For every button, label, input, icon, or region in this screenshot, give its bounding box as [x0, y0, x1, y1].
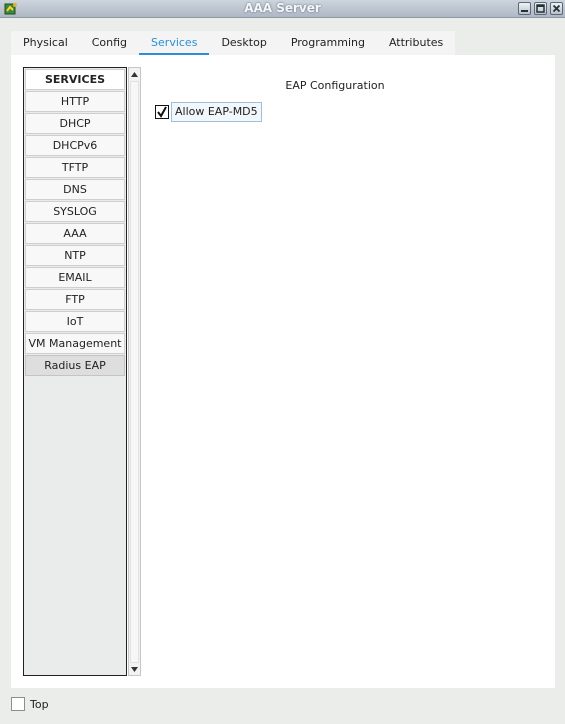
tab-bar: Physical Config Services Desktop Program… — [11, 31, 456, 56]
tab-physical[interactable]: Physical — [11, 31, 80, 55]
service-item-ftp[interactable]: FTP — [25, 289, 125, 310]
service-item-dns[interactable]: DNS — [25, 179, 125, 200]
service-item-tftp[interactable]: TFTP — [25, 157, 125, 178]
services-header: SERVICES — [25, 69, 125, 90]
service-item-radius-eap[interactable]: Radius EAP — [25, 355, 125, 376]
close-icon — [552, 4, 561, 13]
window-title: AAA Server — [244, 1, 321, 15]
top-label[interactable]: Top — [30, 698, 49, 711]
scroll-up-arrow-icon[interactable] — [129, 68, 140, 80]
service-item-http[interactable]: HTTP — [25, 91, 125, 112]
service-item-email[interactable]: EMAIL — [25, 267, 125, 288]
maximize-button[interactable] — [534, 2, 547, 15]
services-panel: SERVICES HTTP DHCP DHCPv6 TFTP DNS SYSLO… — [11, 55, 555, 688]
allow-eap-md5-checkbox[interactable] — [155, 105, 169, 119]
close-button[interactable] — [550, 2, 563, 15]
service-item-dhcp[interactable]: DHCP — [25, 113, 125, 134]
service-item-syslog[interactable]: SYSLOG — [25, 201, 125, 222]
scroll-thumb[interactable] — [130, 81, 139, 663]
minimize-button[interactable] — [518, 2, 531, 15]
tab-services[interactable]: Services — [139, 31, 210, 56]
service-list-scrollbar[interactable] — [128, 67, 141, 676]
allow-eap-md5-option[interactable]: Allow EAP-MD5 — [155, 102, 262, 122]
service-item-vm-management[interactable]: VM Management — [25, 333, 125, 354]
title-bar: AAA Server — [0, 0, 565, 18]
minimize-icon — [521, 10, 528, 12]
top-option[interactable]: Top — [11, 697, 49, 711]
tab-attributes[interactable]: Attributes — [377, 31, 455, 55]
top-checkbox[interactable] — [11, 697, 25, 711]
tab-desktop[interactable]: Desktop — [209, 31, 278, 55]
tab-config[interactable]: Config — [80, 31, 139, 55]
service-item-iot[interactable]: IoT — [25, 311, 125, 332]
service-item-aaa[interactable]: AAA — [25, 223, 125, 244]
service-item-dhcpv6[interactable]: DHCPv6 — [25, 135, 125, 156]
eap-configuration-title: EAP Configuration — [285, 79, 385, 92]
checkmark-icon — [157, 106, 167, 118]
allow-eap-md5-label[interactable]: Allow EAP-MD5 — [171, 102, 262, 122]
maximize-icon — [536, 4, 545, 13]
tab-programming[interactable]: Programming — [279, 31, 377, 55]
service-list: SERVICES HTTP DHCP DHCPv6 TFTP DNS SYSLO… — [23, 67, 127, 676]
scroll-down-arrow-icon[interactable] — [129, 663, 140, 675]
service-item-ntp[interactable]: NTP — [25, 245, 125, 266]
